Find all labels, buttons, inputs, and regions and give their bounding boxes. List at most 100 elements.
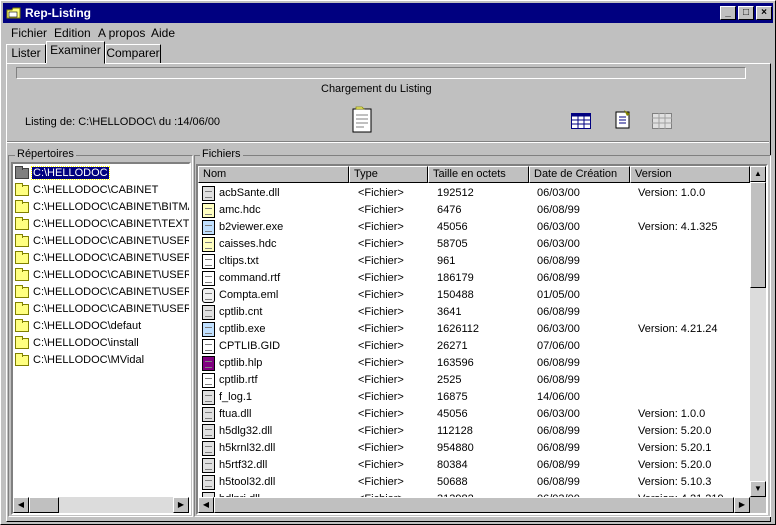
file-type: <Fichier>	[358, 289, 404, 301]
file-row[interactable]: ftua.dll <Fichier> 45056 06/03/00 Version: 1…	[198, 406, 748, 423]
report-icon[interactable]	[614, 109, 632, 129]
file-row[interactable]: b2viewer.exe <Fichier> 45056 06/03/00 Versio…	[198, 219, 748, 236]
file-row[interactable]: CPTLIB.GID <Fichier> 26271 07/06/00	[198, 338, 748, 355]
file-dll-icon	[202, 458, 215, 473]
file-version: Version: 5.20.0	[638, 425, 712, 437]
file-row[interactable]: f_log.1 <Fichier> 16875 14/06/00	[198, 389, 748, 406]
file-row[interactable]: h5krnl32.dll <Fichier> 954880 06/08/99 Versi…	[198, 440, 748, 457]
file-row[interactable]: h5tool32.dll <Fichier> 50688 06/08/99 Versio…	[198, 474, 748, 491]
file-dll-icon	[202, 441, 215, 456]
file-version: Version: 1.0.0	[638, 187, 706, 199]
listing-info: Listing de: C:\HELLODOC\ du :14/06/00	[25, 116, 221, 128]
file-list[interactable]: Nom Type Taille en octets Date de Création V…	[196, 164, 768, 515]
file-dll-icon	[202, 407, 215, 422]
file-date: 07/06/00	[537, 340, 580, 352]
file-name: h5tool32.dll	[219, 476, 276, 488]
minimize-button[interactable]: _	[720, 6, 736, 20]
file-date: 06/03/00	[537, 187, 580, 199]
file-name: f_log.1	[219, 391, 253, 403]
file-row[interactable]: caisses.hdc <Fichier> 58705 06/03/00	[198, 236, 748, 253]
menu-fichier[interactable]: Fichier	[11, 26, 47, 40]
directory-list[interactable]: C:\HELLODOC C:\HELLODOC\CABINET C:\HELLODO…	[11, 162, 191, 515]
file-row[interactable]: acbSante.dll <Fichier> 192512 06/03/00 Versi…	[198, 185, 748, 202]
directory-path: C:\HELLODOC\CABINET\TEXT	[33, 218, 190, 230]
folder-icon	[15, 217, 29, 230]
folder-icon	[15, 336, 29, 349]
file-size: 3641	[437, 306, 462, 318]
tab-comparer[interactable]: Comparer	[105, 44, 161, 64]
column-header-version[interactable]: Version	[630, 166, 750, 183]
directories-label: Répertoires	[15, 148, 76, 160]
file-row[interactable]: amc.hdc <Fichier> 6476 06/08/99	[198, 202, 748, 219]
tab-lister[interactable]: Lister	[6, 44, 46, 64]
open-listing-icon[interactable]	[350, 105, 374, 133]
file-row[interactable]: cptlib.hlp <Fichier> 163596 06/08/99	[198, 355, 748, 372]
file-row[interactable]: h5rtf32.dll <Fichier> 80384 06/08/99 Version…	[198, 457, 748, 474]
file-dll-icon	[202, 390, 215, 405]
files-label: Fichiers	[200, 148, 243, 160]
scroll-left-button[interactable]: ◀	[198, 497, 214, 513]
file-row[interactable]: cptlib.rtf <Fichier> 2525 06/08/99	[198, 372, 748, 389]
file-row[interactable]: command.rtf <Fichier> 186179 06/08/99	[198, 270, 748, 287]
file-eml-icon	[202, 288, 215, 303]
scroll-thumb[interactable]	[750, 182, 766, 288]
scroll-up-button[interactable]: ▲	[750, 166, 766, 182]
loading-progress-bar	[16, 67, 746, 79]
table-view-icon[interactable]	[571, 113, 591, 129]
title-bar[interactable]: Rep-Listing _ □ ×	[3, 3, 773, 23]
file-size: 163596	[437, 357, 474, 369]
file-vscrollbar[interactable]: ▲ ▼	[750, 166, 766, 497]
file-date: 06/03/00	[537, 238, 580, 250]
column-header-size[interactable]: Taille en octets	[428, 166, 529, 183]
file-name: acbSante.dll	[219, 187, 280, 199]
file-row[interactable]: cptlib.cnt <Fichier> 3641 06/08/99	[198, 304, 748, 321]
column-header-type[interactable]: Type	[349, 166, 428, 183]
menu-a-propos[interactable]: A propos	[98, 26, 145, 40]
folder-icon	[15, 302, 29, 315]
folder-icon	[15, 268, 29, 281]
file-size: 112128	[437, 425, 473, 437]
file-size: 2525	[437, 374, 462, 386]
directory-path: C:\HELLODOC\CABINET\USER	[33, 252, 191, 264]
file-name: h5krnl32.dll	[219, 442, 276, 454]
scroll-right-button[interactable]: ▶	[734, 497, 750, 513]
menu-aide[interactable]: Aide	[151, 26, 175, 40]
scroll-down-button[interactable]: ▼	[750, 481, 766, 497]
folder-icon	[15, 200, 29, 213]
file-hscrollbar[interactable]: ◀ ▶	[198, 497, 750, 513]
file-row[interactable]: h5dlg32.dll <Fichier> 112128 06/08/99 Versio…	[198, 423, 748, 440]
directory-hscrollbar[interactable]: ◀ ▶	[13, 497, 189, 513]
column-header-date[interactable]: Date de Création	[529, 166, 630, 183]
file-type: <Fichier>	[358, 459, 404, 471]
column-header-name[interactable]: Nom	[198, 166, 349, 183]
window-title: Rep-Listing	[25, 6, 91, 20]
tab-examiner[interactable]: Examiner	[46, 41, 105, 64]
file-date: 06/08/99	[537, 459, 580, 471]
directory-path: C:\HELLODOC\CABINET\USER	[33, 235, 191, 247]
file-row[interactable]: cptlib.exe <Fichier> 1626112 06/03/00 Versio…	[198, 321, 748, 338]
file-row[interactable]: Compta.eml <Fichier> 150488 01/05/00	[198, 287, 748, 304]
menu-edition[interactable]: Edition	[54, 26, 91, 40]
directory-path: C:\HELLODOC\MVidal	[33, 354, 145, 366]
file-date: 14/06/00	[537, 391, 580, 403]
file-row[interactable]: cltips.txt <Fichier> 961 06/08/99	[198, 253, 748, 270]
close-button[interactable]: ×	[756, 6, 772, 20]
file-date: 06/08/99	[537, 442, 580, 454]
scroll-thumb[interactable]	[214, 497, 734, 513]
file-type: <Fichier>	[358, 374, 404, 386]
scroll-left-button[interactable]: ◀	[13, 497, 29, 513]
file-date: 06/08/99	[537, 255, 580, 267]
loading-label: Chargement du Listing	[321, 83, 432, 95]
file-size: 186179	[437, 272, 474, 284]
file-type: <Fichier>	[358, 476, 404, 488]
scroll-thumb[interactable]	[29, 497, 59, 513]
maximize-button[interactable]: □	[738, 6, 754, 20]
file-size: 961	[437, 255, 456, 267]
file-version: Version: 5.10.3	[638, 476, 712, 488]
file-date: 06/08/99	[537, 204, 580, 216]
scroll-right-button[interactable]: ▶	[173, 497, 189, 513]
file-name: h5dlg32.dll	[219, 425, 273, 437]
directory-path: C:\HELLODOC\CABINET\USER	[33, 269, 191, 281]
file-name: cptlib.cnt	[219, 306, 263, 318]
file-date: 06/08/99	[537, 425, 580, 437]
